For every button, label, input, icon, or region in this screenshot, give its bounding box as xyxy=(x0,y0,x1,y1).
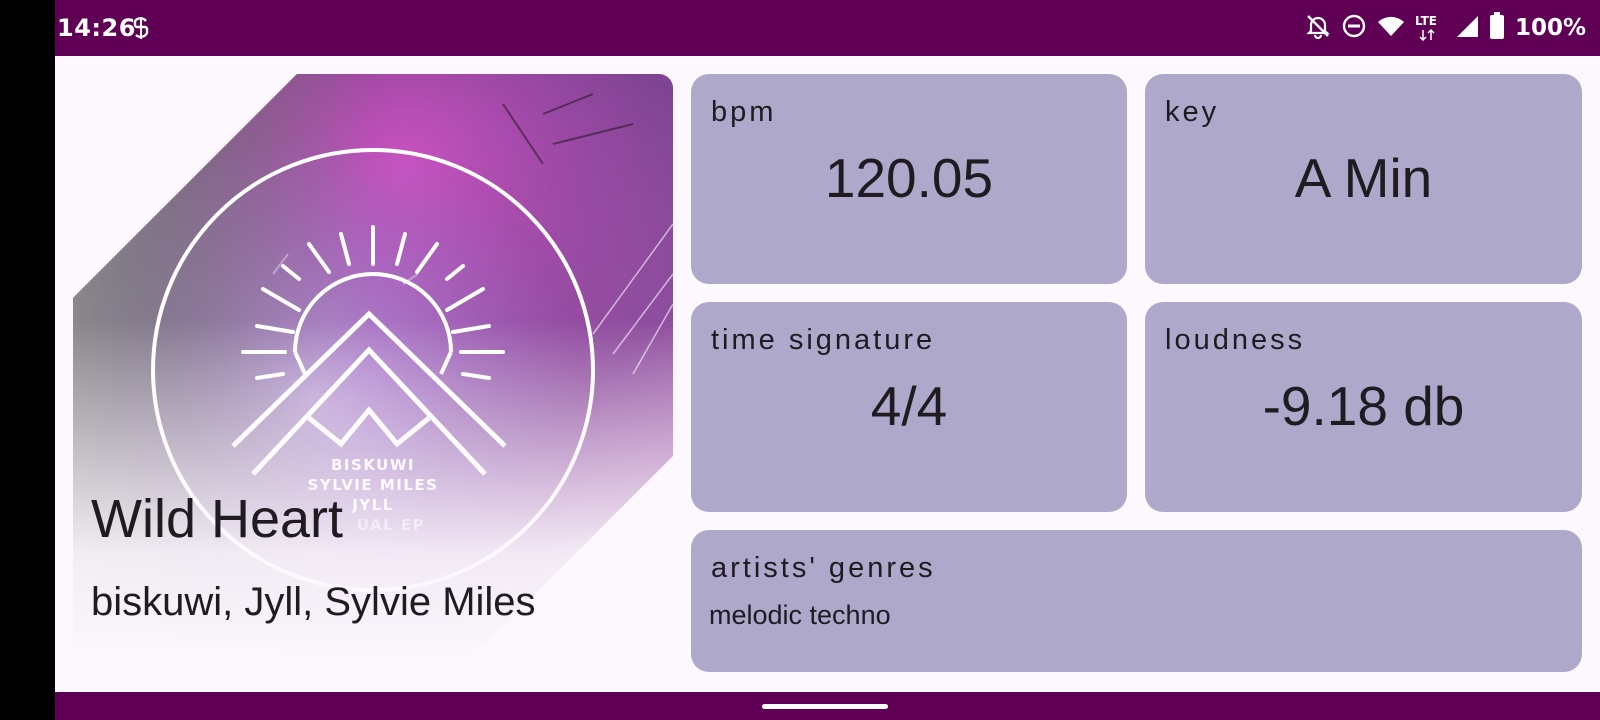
do-not-disturb-icon xyxy=(1341,13,1367,44)
bpm-label: bpm xyxy=(711,96,777,128)
album-art: BISKUWI SYLVIE MILES JYLL UAL EP xyxy=(73,74,673,660)
genres-label: artists' genres xyxy=(711,552,936,584)
cover-artist-line-3: JYLL xyxy=(351,496,394,514)
key-card: key A Min xyxy=(1145,74,1582,284)
bpm-value: 120.05 xyxy=(824,147,994,209)
time-signature-card: time signature 4/4 xyxy=(691,302,1127,512)
loudness-value: -9.18 db xyxy=(1262,375,1465,437)
track-title: Wild Heart xyxy=(91,489,344,549)
sync-icon xyxy=(131,16,151,45)
lte-icon: LTE xyxy=(1415,14,1445,42)
battery-percent: 100% xyxy=(1514,15,1586,41)
status-time: 14:26 xyxy=(57,14,136,42)
cover-artist-line-1: BISKUWI xyxy=(331,456,415,474)
loudness-label: loudness xyxy=(1165,324,1306,356)
key-label: key xyxy=(1165,96,1220,128)
loudness-card: loudness -9.18 db xyxy=(1145,302,1582,512)
notifications-off-icon xyxy=(1305,13,1331,44)
cell-signal-icon xyxy=(1455,14,1479,43)
wifi-icon xyxy=(1377,14,1405,43)
battery-icon xyxy=(1489,11,1505,45)
key-value: A Min xyxy=(1294,147,1433,209)
genres-card: artists' genres melodic techno xyxy=(691,530,1582,672)
app-screen: 14:26 LTE 100% BISKUWI SYLVIE MILES JYLL… xyxy=(55,0,1600,720)
cover-ep-text: UAL EP xyxy=(357,516,425,534)
genres-value: melodic techno xyxy=(709,600,891,630)
time-signature-value: 4/4 xyxy=(870,375,948,437)
status-icons: LTE 100% xyxy=(1305,11,1586,45)
navigation-bar xyxy=(55,692,1600,720)
home-gesture-handle[interactable] xyxy=(762,704,888,709)
track-artists: biskuwi, Jyll, Sylvie Miles xyxy=(91,580,536,624)
bpm-card: bpm 120.05 xyxy=(691,74,1127,284)
status-bar: 14:26 LTE 100% xyxy=(55,0,1600,56)
time-signature-label: time signature xyxy=(711,324,936,356)
